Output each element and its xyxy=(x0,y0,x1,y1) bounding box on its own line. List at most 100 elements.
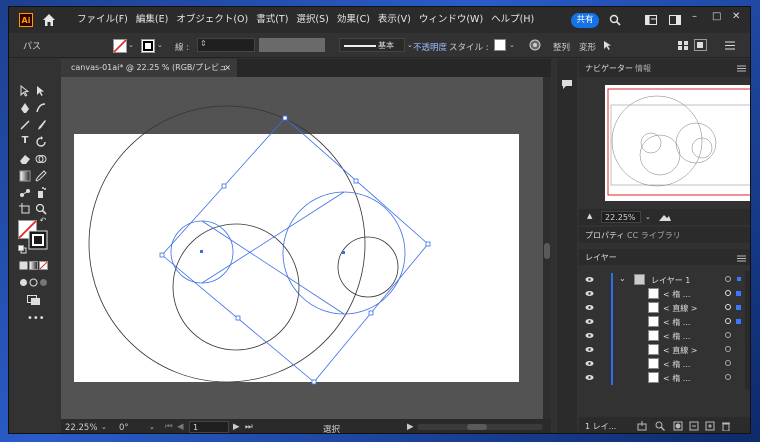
selection-indicator[interactable] xyxy=(737,277,741,281)
variable-width-profile[interactable] xyxy=(259,38,325,52)
navigator-preview[interactable] xyxy=(605,85,751,201)
target-circle-icon[interactable] xyxy=(725,304,731,310)
panel-toggle-icon[interactable] xyxy=(669,14,681,26)
gradient-tool-icon[interactable] xyxy=(19,170,31,182)
layer-row[interactable]: < 直線 > xyxy=(579,343,750,357)
draw-inside-icon[interactable] xyxy=(39,278,48,287)
draw-normal-icon[interactable] xyxy=(19,278,28,287)
target-circle-icon[interactable] xyxy=(725,374,731,380)
status-rotation[interactable]: 0° xyxy=(119,423,129,433)
layer-row[interactable]: < 楕 ... xyxy=(579,315,750,329)
quick-actions-icon[interactable] xyxy=(603,40,615,51)
tab-info[interactable]: 情報 xyxy=(635,63,651,74)
tab-properties[interactable]: プロパティ xyxy=(585,230,625,241)
rotate-tool-icon[interactable] xyxy=(35,136,47,148)
layer-item-name[interactable]: < 楕 ... xyxy=(663,317,690,328)
blend-tool-icon[interactable] xyxy=(19,187,31,199)
navigator-zoom-field[interactable]: 22.25% xyxy=(601,211,641,223)
layer-item-name[interactable]: < 楕 ... xyxy=(663,289,690,300)
paintbrush-tool-icon[interactable] xyxy=(35,119,47,131)
layer-item-name[interactable]: < 楕 ... xyxy=(663,331,690,342)
type-tool-icon[interactable]: T xyxy=(19,135,31,147)
swap-fill-stroke-icon[interactable]: ↶ xyxy=(37,215,49,227)
visibility-eye-icon[interactable] xyxy=(585,331,594,340)
target-circle-icon[interactable] xyxy=(725,346,731,352)
visibility-eye-icon[interactable] xyxy=(585,303,594,312)
layer-row[interactable]: < 楕 ... xyxy=(579,371,750,385)
screen-mode-icon[interactable] xyxy=(27,295,41,306)
collect-export-icon[interactable] xyxy=(637,421,647,431)
visibility-eye-icon[interactable] xyxy=(585,289,594,298)
close-document-icon[interactable]: × xyxy=(224,59,231,77)
align-link[interactable]: 整列 xyxy=(553,41,570,53)
shape-builder-tool-icon[interactable] xyxy=(35,153,47,165)
arrange-grid-icon[interactable] xyxy=(677,40,689,51)
horizontal-scrollbar-thumb[interactable] xyxy=(467,424,487,430)
stroke-color-icon[interactable] xyxy=(141,39,155,53)
fill-dropdown-chevron-icon[interactable]: ⌄ xyxy=(128,41,134,49)
menu-object[interactable]: オブジェクト(O) xyxy=(172,7,252,33)
artwork-canvas[interactable] xyxy=(61,77,543,419)
brush-chevron-icon[interactable]: ⌄ xyxy=(407,41,413,49)
tab-layers[interactable]: レイヤー xyxy=(585,252,617,263)
eraser-tool-icon[interactable] xyxy=(19,153,31,165)
zoom-chevron-icon[interactable]: ⌄ xyxy=(101,423,107,431)
layer-row[interactable]: < 楕 ... xyxy=(579,357,750,371)
layer-name[interactable]: レイヤー 1 xyxy=(651,275,690,286)
layer-row[interactable]: < 直線 > xyxy=(579,301,750,315)
home-icon[interactable] xyxy=(41,12,57,28)
menu-help[interactable]: ヘルプ(H) xyxy=(487,7,538,33)
new-sublayer-icon[interactable] xyxy=(689,421,699,431)
artboard-number-field[interactable]: 1 xyxy=(189,421,229,433)
status-zoom[interactable]: 22.25% xyxy=(65,423,97,433)
clipping-mask-icon[interactable] xyxy=(673,421,683,431)
share-button[interactable]: 共有 xyxy=(571,13,599,28)
search-icon[interactable] xyxy=(609,14,621,26)
gradient-mode-icon[interactable] xyxy=(29,261,38,270)
pen-tool-icon[interactable] xyxy=(19,102,31,114)
line-segment-tool-icon[interactable] xyxy=(19,119,31,131)
new-layer-icon[interactable] xyxy=(705,421,715,431)
recolor-artwork-icon[interactable] xyxy=(529,39,541,51)
zoom-tool-icon[interactable] xyxy=(35,203,47,215)
horizontal-scrollbar[interactable] xyxy=(417,424,543,430)
last-artboard-icon[interactable]: ⏭ xyxy=(245,422,253,432)
layer-row[interactable]: < 楕 ... xyxy=(579,329,750,343)
target-circle-icon[interactable] xyxy=(725,318,731,324)
menu-type[interactable]: 書式(T) xyxy=(252,7,292,33)
comments-panel-icon[interactable] xyxy=(561,79,573,90)
stroke-weight-field[interactable]: ⇕ xyxy=(197,38,255,52)
selection-tool-icon[interactable] xyxy=(19,85,31,97)
first-artboard-icon[interactable]: ⏮ xyxy=(165,422,173,432)
visibility-eye-icon[interactable] xyxy=(585,317,594,326)
layer-item-name[interactable]: < 楕 ... xyxy=(663,373,690,384)
layer-row-top[interactable]: ⌄ レイヤー 1 xyxy=(579,273,750,287)
tab-navigator[interactable]: ナビゲーター xyxy=(585,63,633,74)
close-window-button[interactable]: ✕ xyxy=(732,11,740,22)
zoom-out-icon[interactable]: ▲ xyxy=(587,212,592,220)
stroke-dropdown-chevron-icon[interactable]: ⌄ xyxy=(157,41,163,49)
tab-cc-libraries[interactable]: CC ライブラリ xyxy=(627,230,681,241)
menu-edit[interactable]: 編集(E) xyxy=(132,7,172,33)
document-tab[interactable]: canvas-01ai* @ 22.25 % (RGB/プレビュー) × xyxy=(61,59,237,90)
brush-definition-dropdown[interactable]: 基本 xyxy=(339,38,405,52)
graphic-style-swatch[interactable] xyxy=(494,39,506,51)
opacity-link[interactable]: 不透明度 xyxy=(413,41,447,53)
layer-item-name[interactable]: < 直線 > xyxy=(663,303,698,314)
navigator-menu-icon[interactable] xyxy=(737,65,746,72)
none-mode-icon[interactable] xyxy=(39,261,48,270)
menu-select[interactable]: 選択(S) xyxy=(292,7,332,33)
selection-indicator[interactable] xyxy=(736,319,741,324)
curvature-tool-icon[interactable] xyxy=(35,102,47,114)
menu-file[interactable]: ファイル(F) xyxy=(73,7,132,33)
navigator-zoom-chevron-icon[interactable]: ⌄ xyxy=(645,213,651,221)
color-mode-icon[interactable] xyxy=(19,261,28,270)
locate-object-icon[interactable] xyxy=(655,421,665,431)
stroke-weight-stepper-icon[interactable]: ⇕ xyxy=(200,39,207,48)
layer-item-name[interactable]: < 直線 > xyxy=(663,345,698,356)
artboard-tool-icon[interactable] xyxy=(19,203,31,215)
edit-toolbar-icon[interactable]: ••• xyxy=(27,313,45,325)
rotation-chevron-icon[interactable]: ⌄ xyxy=(149,423,155,431)
prev-artboard-icon[interactable]: ◀ xyxy=(177,422,184,432)
expand-chevron-icon[interactable]: ⌄ xyxy=(619,274,626,283)
